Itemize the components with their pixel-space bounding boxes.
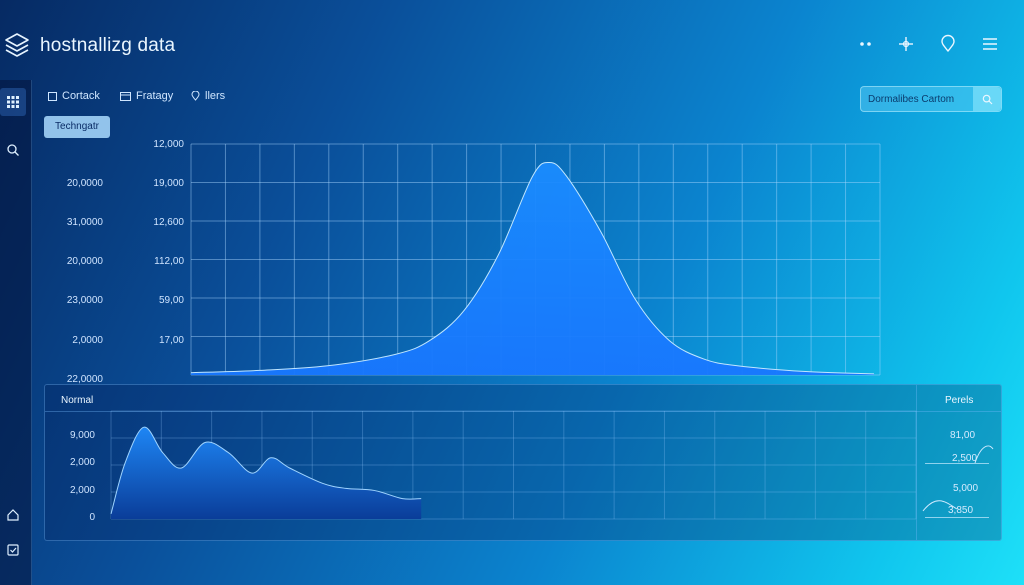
value-underline bbox=[925, 517, 989, 518]
normal-panel: Normal Perels 9,000 2,000 2,000 0 81,00 … bbox=[44, 384, 1002, 541]
panel-value: 81,00 bbox=[950, 430, 976, 441]
panel-value: 5,000 bbox=[953, 483, 979, 494]
sub-area bbox=[111, 427, 422, 519]
sub-chart bbox=[110, 410, 994, 520]
distribution-area bbox=[191, 162, 874, 375]
sparkline bbox=[974, 445, 994, 464]
panel-value: 3,850 bbox=[948, 505, 974, 516]
panel-value: 2,500 bbox=[952, 453, 978, 464]
